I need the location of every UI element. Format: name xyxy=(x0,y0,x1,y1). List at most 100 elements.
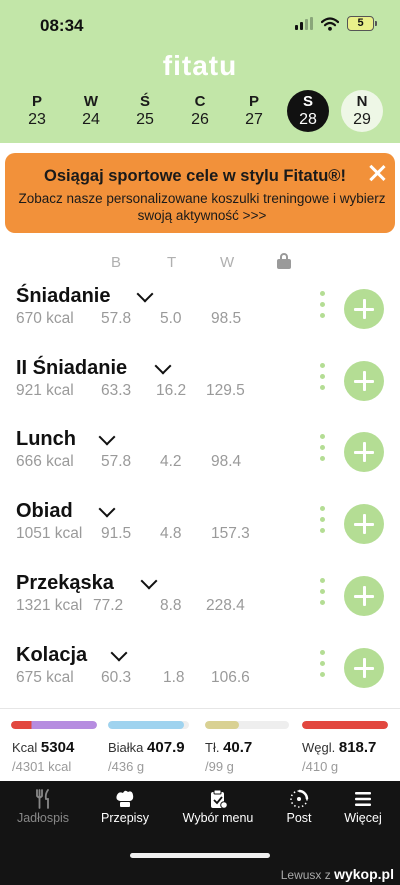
meal-row-kolacja: Kolacja 675 kcal 60.3 1.8 106.6 xyxy=(0,644,400,706)
day-wednesday[interactable]: Ś 25 xyxy=(124,90,166,132)
chevron-down-icon[interactable] xyxy=(136,285,154,303)
add-product-button[interactable] xyxy=(344,504,384,544)
more-options-icon[interactable] xyxy=(318,506,326,542)
more-options-icon[interactable] xyxy=(318,291,326,327)
cellular-signal-icon xyxy=(295,17,313,30)
nav-label: Więcej xyxy=(344,811,382,825)
meal-row-sniadanie: Śniadanie 670 kcal 57.8 5.0 98.5 xyxy=(0,285,400,347)
nav-wiecej[interactable]: Więcej xyxy=(323,781,400,841)
fasting-clock-icon xyxy=(290,789,309,808)
day-letter: P xyxy=(248,93,259,110)
meal-carbs: 98.5 xyxy=(211,310,242,327)
add-product-button[interactable] xyxy=(344,361,384,401)
meal-carbs: 228.4 xyxy=(206,597,245,614)
chevron-down-icon[interactable] xyxy=(110,644,128,662)
chevron-down-icon[interactable] xyxy=(140,572,158,590)
meal-kcal: 675 kcal xyxy=(16,669,74,686)
day-number: 24 xyxy=(82,111,100,128)
meal-name[interactable]: Obiad xyxy=(16,500,73,523)
add-product-button[interactable] xyxy=(344,648,384,688)
daily-totals[interactable]: Kcal 5304 /4301 kcal Białka 407.9 /436 g… xyxy=(0,708,400,781)
day-saturday-selected[interactable]: S 28 xyxy=(287,90,329,132)
day-number: 25 xyxy=(136,111,154,128)
meal-protein: 63.3 xyxy=(101,382,132,399)
meal-name[interactable]: II Śniadanie xyxy=(16,357,127,380)
day-thursday[interactable]: C 26 xyxy=(179,90,221,132)
day-letter: W xyxy=(83,93,99,110)
total-value: 40.7 xyxy=(223,739,253,756)
chevron-down-icon[interactable] xyxy=(154,357,172,375)
meal-protein: 60.3 xyxy=(101,669,132,686)
meal-kcal: 1051 kcal xyxy=(16,525,83,542)
protein-progress-bar xyxy=(108,721,189,729)
status-icons: 5 xyxy=(295,16,377,31)
nav-wybor-menu[interactable]: Wybór menu xyxy=(178,781,258,841)
fork-knife-icon xyxy=(36,789,49,809)
column-header-protein: B xyxy=(111,254,122,271)
add-product-button[interactable] xyxy=(344,432,384,472)
column-header-fat: T xyxy=(167,254,177,271)
day-number: 26 xyxy=(191,111,209,128)
clipboard-icon xyxy=(211,789,228,809)
bottom-navigation: Jadłospis Przepisy Wybór menu Post Więce… xyxy=(0,781,400,885)
more-options-icon[interactable] xyxy=(318,578,326,614)
meal-fat: 1.8 xyxy=(163,669,185,686)
meal-protein: 91.5 xyxy=(101,525,132,542)
meal-protein: 57.8 xyxy=(101,310,132,327)
nav-label: Jadłospis xyxy=(16,811,70,825)
more-options-icon[interactable] xyxy=(318,363,326,399)
lock-icon[interactable] xyxy=(277,253,291,269)
total-value: 407.9 xyxy=(147,739,185,756)
day-friday[interactable]: P 27 xyxy=(233,90,275,132)
total-label: Węgl. xyxy=(302,740,336,755)
kcal-progress-bar xyxy=(11,721,97,729)
more-options-icon[interactable] xyxy=(318,650,326,686)
day-number: 23 xyxy=(28,111,46,128)
close-icon[interactable] xyxy=(365,161,389,185)
wifi-icon xyxy=(321,16,339,31)
promo-banner[interactable]: Osiągaj sportowe cele w stylu Fitatu®! Z… xyxy=(5,153,395,233)
column-header-carbs: W xyxy=(220,254,235,271)
day-number: 28 xyxy=(299,111,317,128)
meal-kcal: 666 kcal xyxy=(16,453,74,470)
meal-fat: 8.8 xyxy=(160,597,182,614)
meal-name[interactable]: Lunch xyxy=(16,428,76,451)
nav-jadlospis[interactable]: Jadłospis xyxy=(3,781,83,841)
meal-name[interactable]: Śniadanie xyxy=(16,285,110,308)
app-header: 08:34 5 fitatu P 23 W 24 Ś 25 C 26 P 27 … xyxy=(0,0,400,143)
meal-carbs: 98.4 xyxy=(211,453,242,470)
fitatu-logo: fitatu xyxy=(162,50,238,81)
total-goal: /436 g xyxy=(108,759,145,774)
meal-carbs: 106.6 xyxy=(211,669,250,686)
meal-fat: 16.2 xyxy=(156,382,187,399)
meal-row-ii-sniadanie: II Śniadanie 921 kcal 63.3 16.2 129.5 xyxy=(0,357,400,419)
nav-przepisy[interactable]: Przepisy xyxy=(85,781,165,841)
add-product-button[interactable] xyxy=(344,289,384,329)
banner-text: Zobacz nasze personalizowane koszulki tr… xyxy=(18,191,386,223)
watermark-user: Lewusx xyxy=(280,868,322,882)
total-label: Kcal xyxy=(12,740,38,755)
meal-row-obiad: Obiad 1051 kcal 91.5 4.8 157.3 xyxy=(0,500,400,562)
day-monday[interactable]: P 23 xyxy=(16,90,58,132)
meal-row-przekaska: Przekąska 1321 kcal 77.2 8.8 228.4 xyxy=(0,572,400,634)
meal-kcal: 921 kcal xyxy=(16,382,74,399)
chevron-down-icon[interactable] xyxy=(98,500,116,518)
meal-fat: 4.2 xyxy=(160,453,182,470)
clock: 08:34 xyxy=(40,16,84,35)
day-letter: P xyxy=(31,93,42,110)
day-tuesday[interactable]: W 24 xyxy=(70,90,112,132)
day-letter: Ś xyxy=(139,93,150,110)
meal-name[interactable]: Kolacja xyxy=(16,644,87,667)
meal-carbs: 157.3 xyxy=(211,525,250,542)
day-sunday[interactable]: N 29 xyxy=(341,90,383,132)
meal-carbs: 129.5 xyxy=(206,382,245,399)
watermark: Lewusx z wykop.pl xyxy=(281,866,394,882)
more-options-icon[interactable] xyxy=(318,434,326,470)
home-indicator[interactable] xyxy=(130,853,270,858)
chevron-down-icon[interactable] xyxy=(98,428,116,446)
meal-name[interactable]: Przekąska xyxy=(16,572,114,595)
total-label: Białka xyxy=(108,740,144,755)
add-product-button[interactable] xyxy=(344,576,384,616)
meal-kcal: 670 kcal xyxy=(16,310,74,327)
day-letter: N xyxy=(356,93,368,110)
